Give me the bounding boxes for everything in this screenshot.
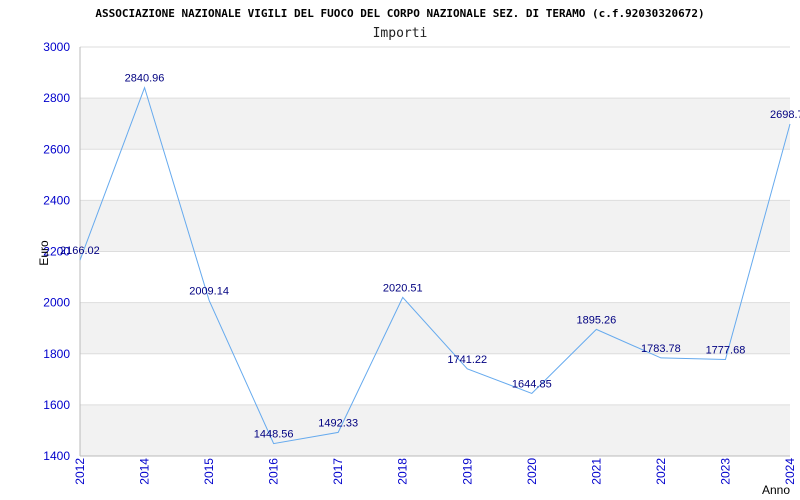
x-tick-label: 2021 [589,458,603,485]
y-tick-label: 2000 [43,296,70,310]
data-label: 1895.26 [576,314,616,326]
data-label: 2166.02 [60,245,100,257]
x-axis-label: Anno [762,483,790,497]
y-tick-label: 1600 [43,398,70,412]
background-bands [80,98,790,456]
data-label: 2840.96 [125,73,165,85]
x-tick-label: 2023 [718,458,732,485]
data-label: 1448.56 [254,429,294,441]
y-tick-label: 1400 [43,449,70,463]
x-tick-labels: 2012 2014 2015 2016 2017 2018 2019 2020 2021 2022… [73,458,797,485]
chart: ASSOCIAZIONE NAZIONALE VIGILI DEL FUOCO … [37,7,800,497]
x-tick-label: 2019 [460,458,474,485]
chart-subtitle: Importi [373,26,428,41]
y-tick-label: 3000 [43,40,70,54]
background-band [80,98,790,150]
x-tick-label: 2015 [202,458,216,485]
x-tick-label: 2024 [783,458,797,485]
data-label: 2009.14 [189,285,229,297]
x-tick-label: 2017 [331,458,345,485]
background-band [80,404,790,456]
data-label: 1777.68 [706,344,746,356]
data-label: 1644.85 [512,378,552,390]
data-label: 1492.33 [318,417,358,429]
background-band [80,302,790,354]
x-tick-label: 2022 [654,458,668,485]
y-tick-label: 2600 [43,142,70,156]
x-tick-label: 2016 [267,458,281,485]
data-label: 2020.51 [383,282,423,294]
y-tick-label: 2800 [43,91,70,105]
chart-title: ASSOCIAZIONE NAZIONALE VIGILI DEL FUOCO … [95,7,704,20]
y-tick-label: 2400 [43,193,70,207]
x-tick-label: 2020 [525,458,539,485]
x-tick-label: 2014 [138,458,152,485]
x-tick-label: 2012 [73,458,87,485]
y-axis-label: Euro [37,240,51,266]
y-tick-label: 1800 [43,347,70,361]
data-label: 2698.7 [770,109,800,121]
x-tick-label: 2018 [396,458,410,485]
data-label: 1741.22 [447,354,487,366]
data-label: 1783.78 [641,343,681,355]
